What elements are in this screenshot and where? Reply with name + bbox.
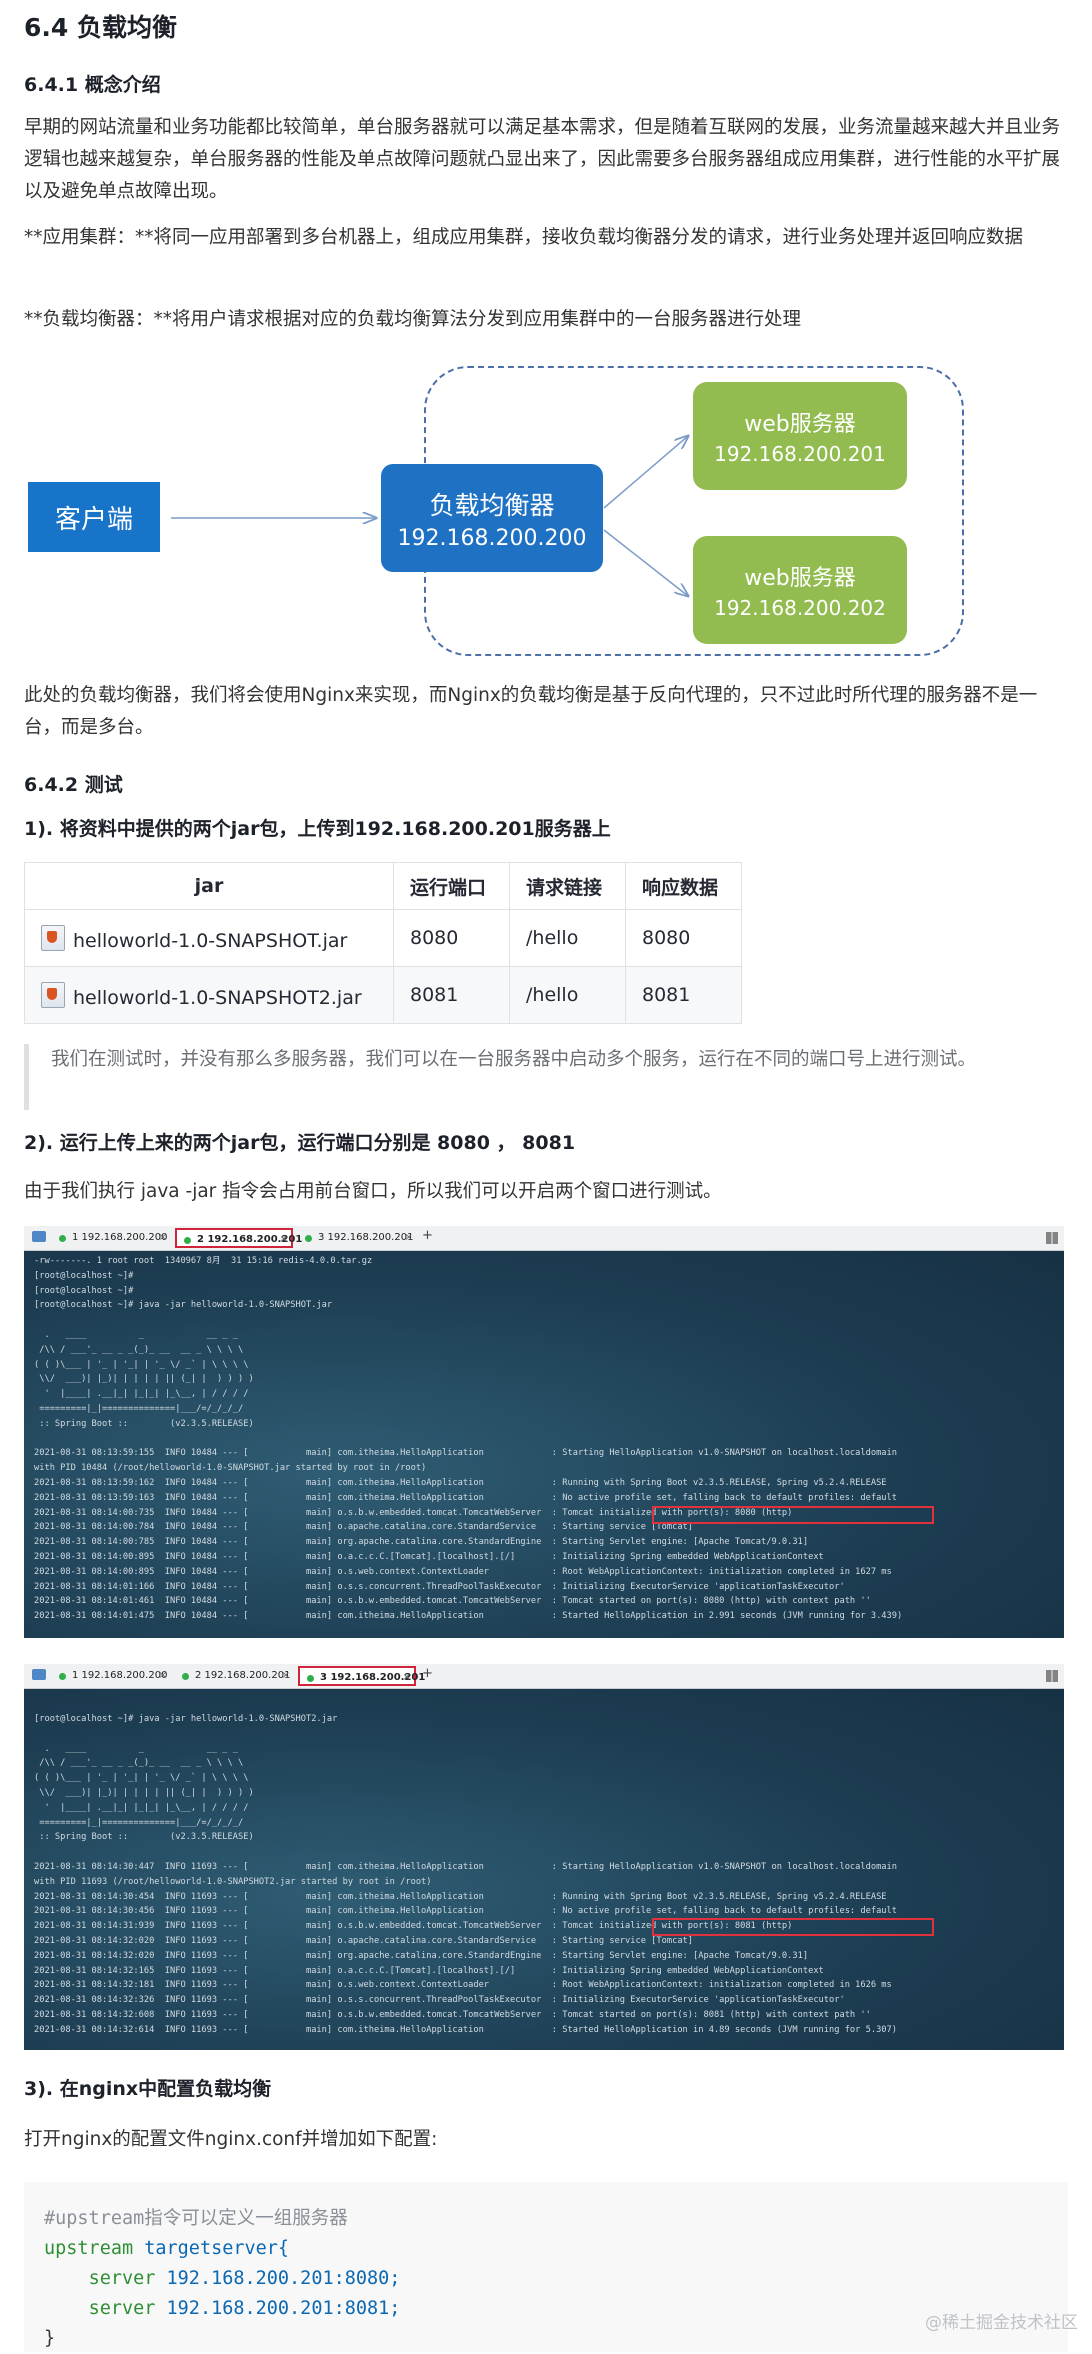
column-header: 响应数据	[625, 862, 742, 910]
jar-name: helloworld-1.0-SNAPSHOT.jar	[73, 929, 348, 952]
column-header: 请求链接	[509, 862, 626, 910]
new-tab-icon[interactable]: +	[422, 1666, 433, 1681]
jar-file-icon	[41, 924, 65, 951]
terminal-tab-1[interactable]: 1 192.168.200.200 ×	[52, 1666, 170, 1686]
app-cluster-paragraph: **应用集群：**将同一应用部署到多台机器上，组成应用集群，接收负载均衡器分发的…	[24, 227, 1024, 248]
section-title: 6.4 负载均衡	[24, 13, 177, 42]
step-3-note: 打开nginx的配置文件nginx.conf并增加如下配置:	[24, 2129, 438, 2150]
table-cell: 8081	[625, 966, 742, 1024]
nginx-config-code-block: #upstream指令可以定义一组服务器 upstream targetserv…	[24, 2182, 1068, 2352]
terminal-tab-3[interactable]: 3 192.168.200.201 ×	[298, 1228, 416, 1248]
tab-label: 3 192.168.200.201	[318, 1232, 414, 1243]
web-server-node-1: web服务器 192.168.200.201	[693, 382, 907, 490]
folder-icon[interactable]	[32, 1669, 46, 1680]
port-highlight-box	[652, 1506, 934, 1524]
terminal-screenshot-2: 1 192.168.200.200 × 2 192.168.200.201 × 3 …	[24, 1664, 1064, 2050]
lb-to-web1-arrow	[603, 436, 688, 509]
connection-status-icon	[59, 1235, 66, 1242]
tab-label: 2 192.168.200.201	[195, 1670, 291, 1681]
load-balance-diagram: 客户端 负载均衡器 192.168.200.200 web服务器 192.168…	[24, 358, 1068, 668]
table-cell: 8081	[393, 966, 510, 1024]
code-comment: #upstream指令可以定义一组服务器	[44, 2208, 348, 2229]
site-watermark: @稀土掘金技术社区	[925, 2313, 1078, 2333]
table-row: helloworld-1.0-SNAPSHOT2.jar 8081 /hello…	[24, 966, 742, 1024]
layout-grid-icon[interactable]	[1046, 1232, 1058, 1244]
code-keyword: upstream	[44, 2238, 134, 2259]
step-1-heading: 1). 将资料中提供的两个jar包，上传到192.168.200.201服务器上	[24, 818, 611, 840]
code-keyword: server	[88, 2268, 156, 2289]
table-cell: 8080	[393, 909, 510, 967]
lb-to-web2-arrow	[603, 529, 688, 596]
terminal-output: [root@localhost ~]# java -jar helloworld…	[34, 1714, 898, 2035]
blockquote-note: 我们在测试时，并没有那么多服务器，我们可以在一台服务器中启动多个服务，运行在不同…	[24, 1044, 1081, 1110]
terminal-output: -rw-------. 1 root root 1340967 8月 31 15…	[34, 1256, 903, 1622]
code-brace: }	[44, 2328, 56, 2349]
close-icon[interactable]: ×	[159, 1228, 167, 1248]
code-content: #upstream指令可以定义一组服务器 upstream targetserv…	[44, 2204, 400, 2354]
code-value: 192.168.200.201:8080;	[166, 2268, 401, 2289]
terminal-tab-2[interactable]: 2 192.168.200.201 ×	[175, 1228, 302, 1250]
folder-icon[interactable]	[32, 1231, 46, 1242]
jar-table: jar 运行端口 请求链接 响应数据 helloworld-1.0-SNAPSH…	[24, 862, 742, 1024]
test-heading: 6.4.2 测试	[24, 774, 123, 796]
web1-ip: 192.168.200.201	[714, 442, 886, 466]
step-2-note: 由于我们执行 java -jar 指令会占用前台窗口，所以我们可以开启两个窗口进…	[24, 1181, 722, 1202]
port-highlight-box	[652, 1918, 934, 1936]
tab-label: 1 192.168.200.200	[72, 1670, 168, 1681]
jar-name: helloworld-1.0-SNAPSHOT2.jar	[73, 986, 362, 1009]
terminal-tab-3[interactable]: 3 192.168.200.201 ×	[298, 1666, 425, 1688]
terminal-screenshot-1: 1 192.168.200.200 × 2 192.168.200.201 × 3 …	[24, 1226, 1064, 1638]
close-icon[interactable]: ×	[403, 1668, 411, 1688]
load-balancer-paragraph: **负载均衡器：**将用户请求根据对应的负载均衡算法分发到应用集群中的一台服务器…	[24, 309, 802, 330]
tab-label: 1 192.168.200.200	[72, 1232, 168, 1243]
close-icon[interactable]: ×	[159, 1666, 167, 1686]
close-icon[interactable]: ×	[282, 1666, 290, 1686]
jar-file-icon	[41, 981, 65, 1008]
code-keyword: server	[88, 2298, 156, 2319]
connection-status-icon	[307, 1675, 314, 1682]
lb-ip: 192.168.200.200	[397, 525, 587, 551]
step-3-heading: 3). 在nginx中配置负载均衡	[24, 2078, 272, 2100]
layout-grid-icon[interactable]	[1046, 1670, 1058, 1682]
table-cell: helloworld-1.0-SNAPSHOT.jar	[24, 909, 394, 967]
web1-label: web服务器	[744, 412, 856, 437]
load-balancer-node: 负载均衡器 192.168.200.200	[381, 464, 603, 572]
terminal-tab-bar: 1 192.168.200.200 × 2 192.168.200.201 × 3 …	[24, 1226, 1064, 1251]
table-cell: 8080	[625, 909, 742, 967]
subsection-title: 6.4.1 概念介绍	[24, 74, 161, 96]
nginx-explanation: 此处的负载均衡器，我们将会使用Nginx来实现，而Nginx的负载均衡是基于反向…	[24, 685, 1038, 738]
terminal-tab-1[interactable]: 1 192.168.200.200 ×	[52, 1228, 170, 1248]
terminal-tab-2[interactable]: 2 192.168.200.201 ×	[175, 1666, 293, 1686]
step-2-heading: 2). 运行上传上来的两个jar包，运行端口分别是 8080 ， 8081	[24, 1132, 576, 1154]
table-cell: /hello	[509, 966, 626, 1024]
table-header-row: jar 运行端口 请求链接 响应数据	[24, 862, 742, 910]
connection-status-icon	[182, 1673, 189, 1680]
lb-label: 负载均衡器	[429, 490, 555, 520]
web-server-node-2: web服务器 192.168.200.202	[693, 536, 907, 644]
table-cell: /hello	[509, 909, 626, 967]
web2-ip: 192.168.200.202	[714, 596, 886, 620]
close-icon[interactable]: ×	[280, 1230, 288, 1250]
close-icon[interactable]: ×	[405, 1228, 413, 1248]
code-value: 192.168.200.201:8081;	[166, 2298, 401, 2319]
web2-label: web服务器	[744, 566, 856, 591]
connection-status-icon	[305, 1235, 312, 1242]
client-node: 客户端	[28, 482, 160, 552]
connection-status-icon	[184, 1237, 191, 1244]
column-header: 运行端口	[393, 862, 510, 910]
intro-paragraph: 早期的网站流量和业务功能都比较简单，单台服务器就可以满足基本需求，但是随着互联网…	[24, 117, 1061, 202]
table-row: helloworld-1.0-SNAPSHOT.jar 8080 /hello …	[24, 909, 742, 967]
connection-status-icon	[59, 1673, 66, 1680]
code-identifier: targetserver{	[144, 2238, 290, 2259]
table-cell: helloworld-1.0-SNAPSHOT2.jar	[24, 966, 394, 1024]
new-tab-icon[interactable]: +	[422, 1228, 433, 1243]
column-header: jar	[24, 862, 394, 910]
terminal-tab-bar: 1 192.168.200.200 × 2 192.168.200.201 × 3 …	[24, 1664, 1064, 1689]
